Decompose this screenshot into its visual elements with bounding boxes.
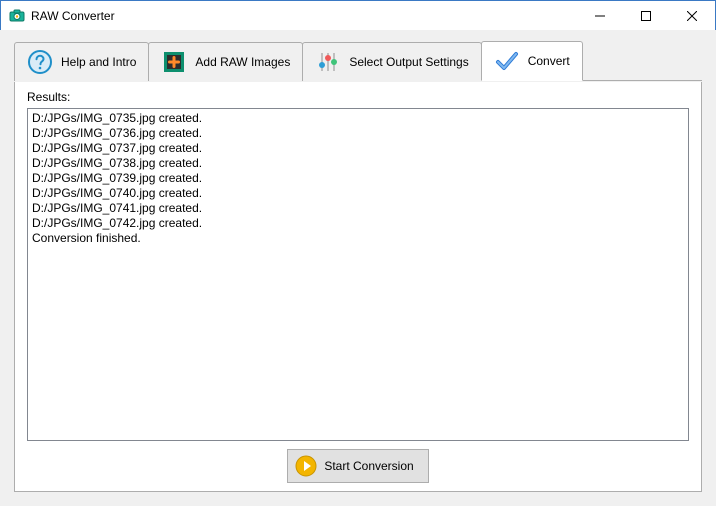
play-icon — [294, 454, 318, 478]
results-textbox[interactable]: D:/JPGs/IMG_0735.jpg created. D:/JPGs/IM… — [27, 108, 689, 441]
minimize-button[interactable] — [577, 1, 623, 31]
convert-panel: Results: D:/JPGs/IMG_0735.jpg created. D… — [14, 82, 702, 492]
add-image-icon — [161, 49, 187, 75]
maximize-button[interactable] — [623, 1, 669, 31]
app-icon — [9, 8, 25, 24]
tab-convert[interactable]: Convert — [481, 41, 583, 81]
tab-label: Convert — [528, 54, 570, 68]
sliders-icon — [315, 49, 341, 75]
titlebar: RAW Converter — [1, 1, 715, 31]
start-conversion-button[interactable]: Start Conversion — [287, 449, 428, 483]
tab-strip: Help and Intro Add RAW Images — [14, 40, 702, 81]
results-label: Results: — [27, 90, 689, 104]
question-icon — [27, 49, 53, 75]
tab-help-intro[interactable]: Help and Intro — [14, 42, 149, 81]
client-area: Help and Intro Add RAW Images — [0, 30, 716, 506]
start-conversion-label: Start Conversion — [324, 459, 413, 473]
window-title: RAW Converter — [31, 9, 115, 23]
tab-label: Help and Intro — [61, 55, 136, 69]
tab-label: Add RAW Images — [195, 55, 290, 69]
checkmark-icon — [494, 48, 520, 74]
tab-label: Select Output Settings — [349, 55, 468, 69]
close-button[interactable] — [669, 1, 715, 31]
tab-select-output-settings[interactable]: Select Output Settings — [302, 42, 481, 81]
tab-add-raw-images[interactable]: Add RAW Images — [148, 42, 303, 81]
